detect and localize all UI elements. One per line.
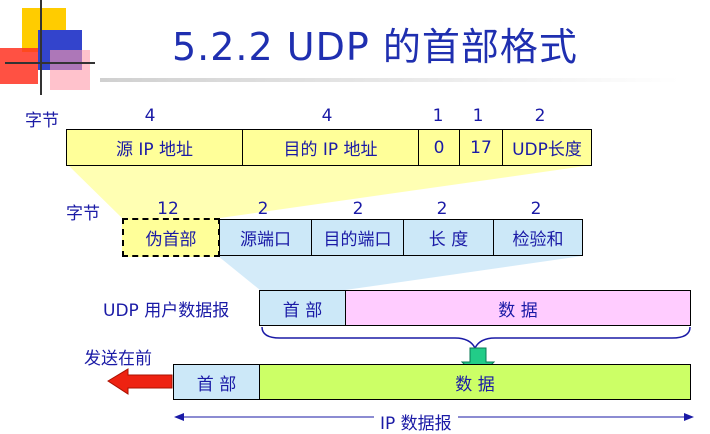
field-source-port: 源端口	[219, 219, 312, 256]
field-checksum: 检验和	[493, 219, 583, 256]
udp-header-box: 首 部	[259, 290, 346, 326]
udp-datagram-label: UDP 用户数据报	[103, 301, 230, 321]
row2-size-3: 2	[436, 199, 448, 219]
field-zero: 0	[418, 129, 460, 166]
ip-data-box: 数 据	[259, 364, 691, 400]
field-source-ip: 源 IP 地址	[66, 129, 243, 166]
row2-unit-label: 字节	[66, 204, 100, 224]
row1-size-3: 1	[472, 106, 484, 126]
field-length: 长 度	[403, 219, 494, 256]
field-dest-ip: 目的 IP 地址	[242, 129, 419, 166]
row1-unit-label: 字节	[25, 111, 59, 131]
row1-size-0: 4	[144, 106, 156, 126]
field-udp-length: UDP长度	[502, 129, 592, 166]
row2-size-4: 2	[530, 199, 542, 219]
field-protocol: 17	[459, 129, 503, 166]
row1-size-2: 1	[432, 106, 444, 126]
pseudo-header-box: 伪首部	[122, 218, 220, 257]
row2-size-0: 12	[157, 199, 179, 219]
udp-header-funnel	[218, 256, 582, 290]
pseudo-header-funnel	[68, 165, 592, 218]
field-dest-port: 目的端口	[311, 219, 404, 256]
ip-datagram-label: IP 数据报	[374, 409, 458, 434]
ip-header-box: 首 部	[173, 364, 260, 400]
row2-size-2: 2	[352, 199, 364, 219]
row1-size-1: 4	[321, 106, 333, 126]
row2-size-1: 2	[257, 199, 269, 219]
left-arrow-icon	[107, 368, 173, 395]
send-first-label: 发送在前	[84, 349, 152, 369]
row1-size-4: 2	[534, 106, 546, 126]
udp-datagram-brace	[261, 326, 691, 350]
udp-data-box: 数 据	[345, 290, 691, 326]
